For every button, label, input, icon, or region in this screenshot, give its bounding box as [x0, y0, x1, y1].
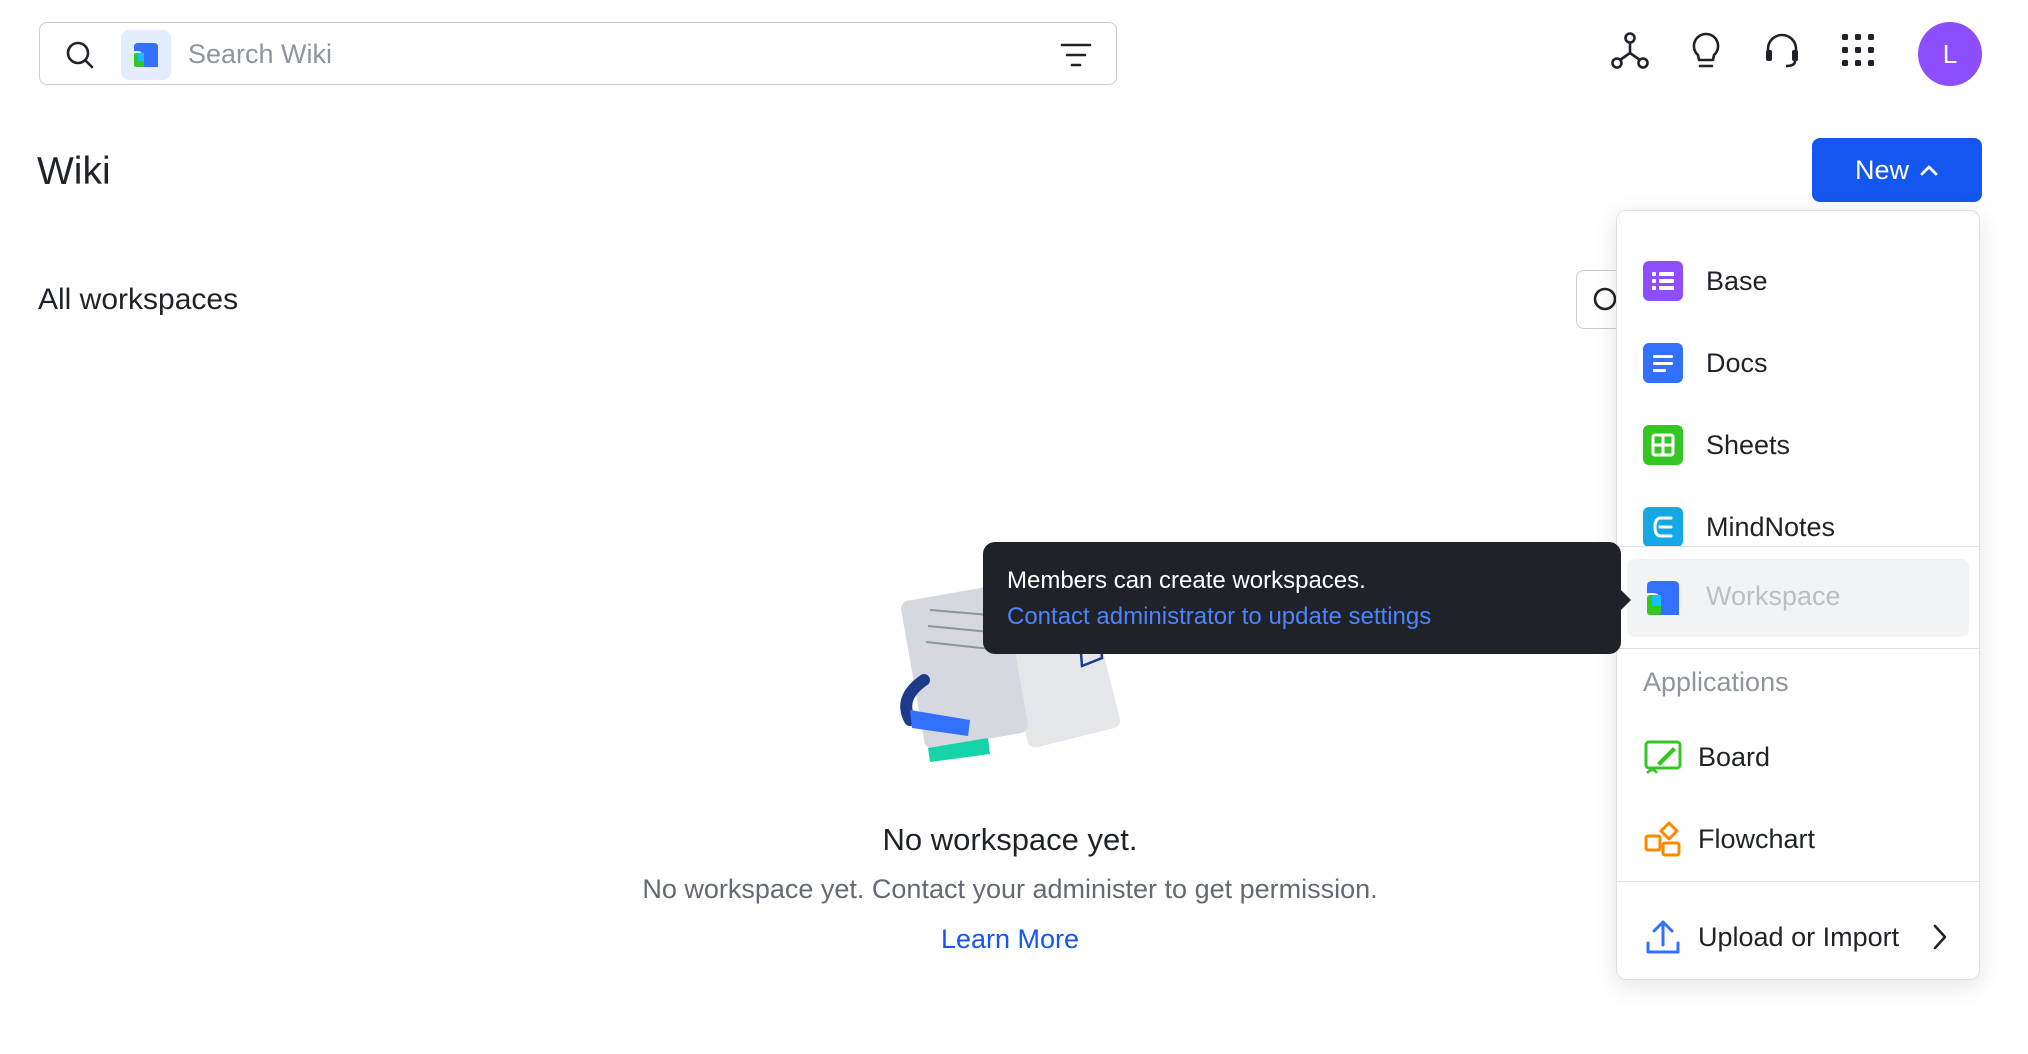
headset-icon[interactable] — [1762, 30, 1802, 70]
menu-item-board[interactable]: Board — [1617, 721, 1979, 793]
menu-divider — [1617, 546, 1979, 547]
menu-divider — [1617, 648, 1979, 649]
menu-item-base[interactable]: Base — [1617, 245, 1979, 317]
workspace-icon — [1647, 581, 1679, 615]
filter-icon[interactable] — [1059, 40, 1093, 70]
menu-item-mindnotes[interactable]: MindNotes — [1617, 491, 1979, 563]
menu-item-label: Base — [1706, 265, 1768, 296]
app-grid-icon[interactable] — [1838, 30, 1878, 70]
upload-icon — [1646, 920, 1680, 954]
menu-item-label: MindNotes — [1706, 511, 1836, 542]
sheets-icon — [1643, 425, 1683, 465]
menu-item-label: Upload or Import — [1698, 921, 1900, 952]
menu-item-label: Workspace — [1706, 581, 1841, 611]
menu-item-upload-import[interactable]: Upload or Import — [1617, 901, 1979, 973]
new-dropdown-menu: Base Docs Sheets MindNotes Workspace App… — [1616, 210, 1980, 980]
workspace-permission-tooltip: Members can create workspaces. Contact a… — [983, 542, 1631, 654]
menu-item-label: Flowchart — [1698, 823, 1816, 854]
org-chart-icon[interactable] — [1610, 30, 1650, 70]
applications-group-label: Applications — [1643, 667, 1789, 697]
menu-item-workspace[interactable]: Workspace — [1627, 559, 1969, 637]
menu-item-label: Board — [1698, 741, 1771, 772]
search-input[interactable] — [188, 33, 988, 75]
section-title: All workspaces — [38, 283, 239, 316]
new-button[interactable]: New — [1812, 138, 1982, 202]
page-title: Wiki — [37, 150, 111, 193]
menu-item-flowchart[interactable]: Flowchart — [1617, 803, 1979, 875]
chevron-up-icon — [1920, 165, 1938, 176]
new-button-label: New — [1854, 154, 1909, 185]
menu-item-sheets[interactable]: Sheets — [1617, 409, 1979, 481]
empty-state-description: No workspace yet. Contact your administe… — [642, 874, 1378, 904]
wiki-search-bar[interactable] — [39, 22, 1117, 85]
tooltip-contact-admin-link[interactable]: Contact administrator to update settings — [1007, 598, 1597, 636]
mindnotes-icon — [1643, 507, 1683, 547]
lightbulb-icon[interactable] — [1686, 30, 1726, 70]
board-icon — [1644, 740, 1682, 774]
docs-icon — [1643, 343, 1683, 383]
menu-item-docs[interactable]: Docs — [1617, 327, 1979, 399]
menu-divider — [1617, 881, 1979, 882]
empty-state-title: No workspace yet. — [882, 822, 1138, 857]
user-avatar[interactable]: L — [1918, 22, 1982, 86]
base-icon — [1643, 261, 1683, 301]
menu-item-label: Docs — [1706, 347, 1768, 378]
menu-item-label: Sheets — [1706, 429, 1791, 460]
flowchart-icon — [1644, 821, 1681, 857]
tooltip-message: Members can create workspaces. — [1007, 567, 1366, 594]
wiki-logo-icon — [121, 30, 171, 80]
search-icon — [66, 41, 94, 69]
learn-more-link[interactable]: Learn More — [860, 924, 1160, 955]
chevron-right-icon — [1933, 924, 1947, 950]
tooltip-arrow — [1621, 590, 1631, 610]
